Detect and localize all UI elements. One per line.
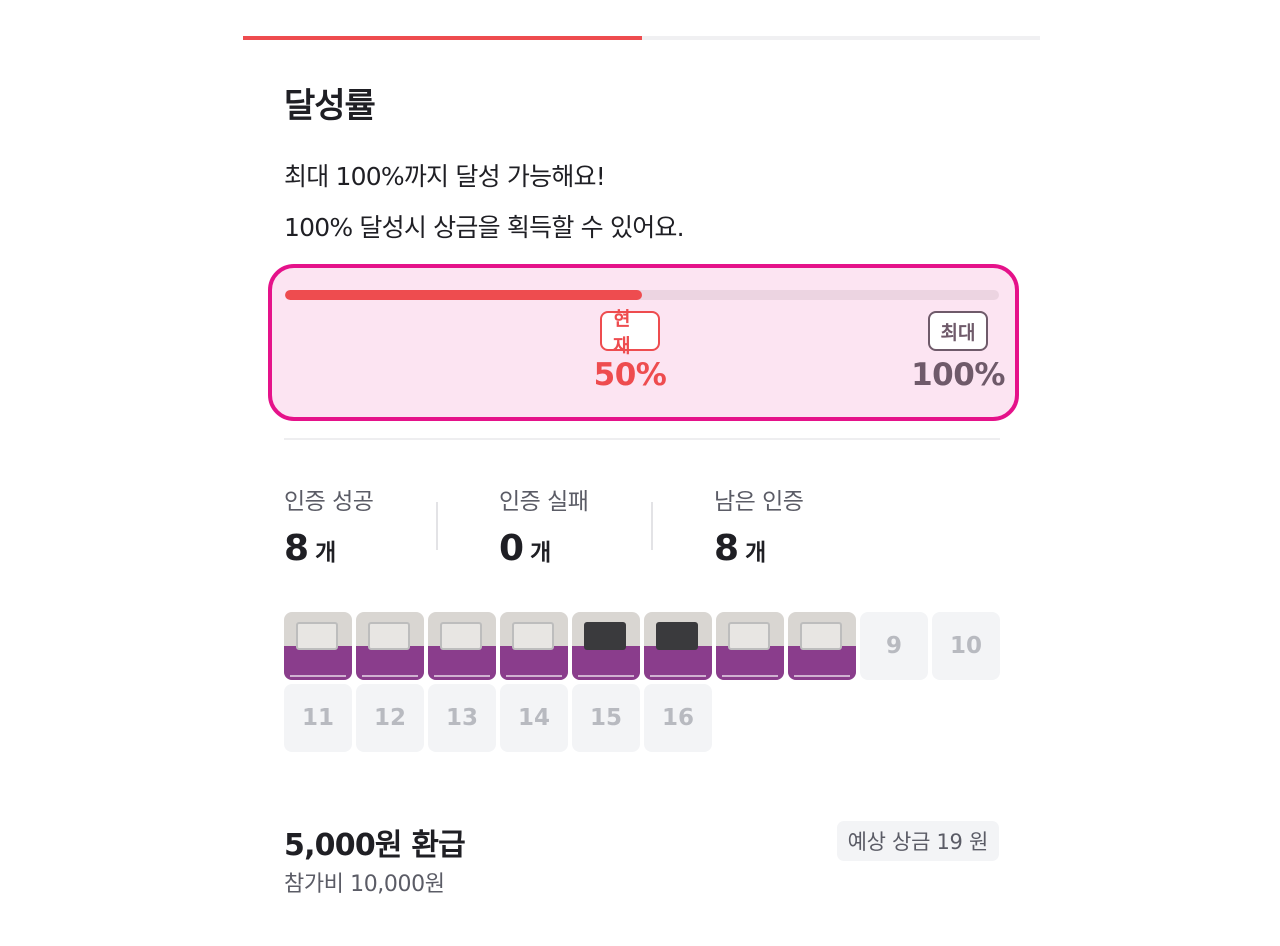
section-description-1: 최대 100%까지 달성 가능해요! bbox=[284, 162, 606, 191]
empty-slot: 14 bbox=[500, 684, 568, 752]
photo-timestamp bbox=[578, 675, 634, 677]
stat-success: 인증 성공 8 개 bbox=[284, 482, 374, 569]
current-percent: 50% bbox=[593, 357, 667, 393]
photo-device bbox=[512, 622, 554, 650]
empty-slot-number: 13 bbox=[445, 705, 478, 731]
photo-timestamp bbox=[434, 675, 490, 677]
certification-photo[interactable] bbox=[356, 612, 424, 680]
certification-photo[interactable] bbox=[428, 612, 496, 680]
photo-device bbox=[368, 622, 410, 650]
top-progress-fill bbox=[243, 36, 642, 40]
empty-slot-number: 9 bbox=[885, 633, 902, 659]
empty-slot-number: 11 bbox=[301, 705, 334, 731]
certification-photo[interactable] bbox=[284, 612, 352, 680]
empty-slot-number: 15 bbox=[589, 705, 622, 731]
top-progress-bar bbox=[243, 36, 1040, 40]
photo-device bbox=[584, 622, 626, 650]
empty-slot-number: 16 bbox=[661, 705, 694, 731]
current-badge: 현재 bbox=[600, 308, 660, 357]
photo-timestamp bbox=[362, 675, 418, 677]
empty-slot: 9 bbox=[860, 612, 928, 680]
current-marker: 현재 50% bbox=[594, 308, 667, 393]
achievement-progress-fill bbox=[285, 290, 642, 300]
empty-slot: 15 bbox=[572, 684, 640, 752]
photo-device bbox=[440, 622, 482, 650]
stat-fail-label: 인증 실패 bbox=[499, 489, 589, 515]
empty-slot-number: 12 bbox=[373, 705, 406, 731]
stat-remaining: 남은 인증 8 개 bbox=[714, 482, 804, 569]
refund-amount: 5,000원 환급 bbox=[284, 828, 466, 863]
certification-photo[interactable] bbox=[572, 612, 640, 680]
photo-timestamp bbox=[794, 675, 850, 677]
empty-slot: 10 bbox=[932, 612, 1000, 680]
section-divider bbox=[284, 438, 1000, 440]
empty-slot: 11 bbox=[284, 684, 352, 752]
stat-separator bbox=[436, 502, 438, 550]
empty-slot: 16 bbox=[644, 684, 712, 752]
stat-remaining-label: 남은 인증 bbox=[714, 489, 804, 515]
photo-device bbox=[728, 622, 770, 650]
participation-fee: 참가비 10,000원 bbox=[284, 872, 445, 897]
photo-timestamp bbox=[506, 675, 562, 677]
expected-prize-badge: 예상 상금 19 원 bbox=[836, 821, 999, 861]
photo-device bbox=[296, 622, 338, 650]
stat-success-count: 8 bbox=[284, 528, 310, 569]
empty-slot: 12 bbox=[356, 684, 424, 752]
photo-timestamp bbox=[290, 675, 346, 677]
empty-slot: 13 bbox=[428, 684, 496, 752]
stat-success-unit: 개 bbox=[315, 540, 337, 566]
max-marker: 최대 100% bbox=[911, 311, 1005, 393]
stat-success-label: 인증 성공 bbox=[284, 489, 374, 515]
stat-fail: 인증 실패 0 개 bbox=[499, 482, 589, 569]
photo-device bbox=[800, 622, 842, 650]
stat-fail-unit: 개 bbox=[530, 540, 552, 566]
certification-grid: 9 10 11 12 13 14 15 16 bbox=[284, 612, 1000, 752]
stat-remaining-count: 8 bbox=[714, 528, 740, 569]
certification-photo[interactable] bbox=[500, 612, 568, 680]
stat-fail-count: 0 bbox=[499, 528, 525, 569]
stat-separator bbox=[651, 502, 653, 550]
section-description-2: 100% 달성시 상금을 획득할 수 있어요. bbox=[284, 213, 685, 242]
max-badge: 최대 bbox=[927, 311, 989, 351]
achievement-progress-track bbox=[285, 290, 999, 300]
stat-remaining-unit: 개 bbox=[745, 540, 767, 566]
section-title: 달성률 bbox=[284, 86, 376, 126]
certification-photo[interactable] bbox=[788, 612, 856, 680]
empty-slot-number: 14 bbox=[517, 705, 550, 731]
empty-slot-number: 10 bbox=[949, 633, 982, 659]
photo-device bbox=[656, 622, 698, 650]
certification-photo[interactable] bbox=[716, 612, 784, 680]
certification-photo[interactable] bbox=[644, 612, 712, 680]
max-percent: 100% bbox=[911, 357, 1005, 393]
photo-timestamp bbox=[722, 675, 778, 677]
photo-timestamp bbox=[650, 675, 706, 677]
